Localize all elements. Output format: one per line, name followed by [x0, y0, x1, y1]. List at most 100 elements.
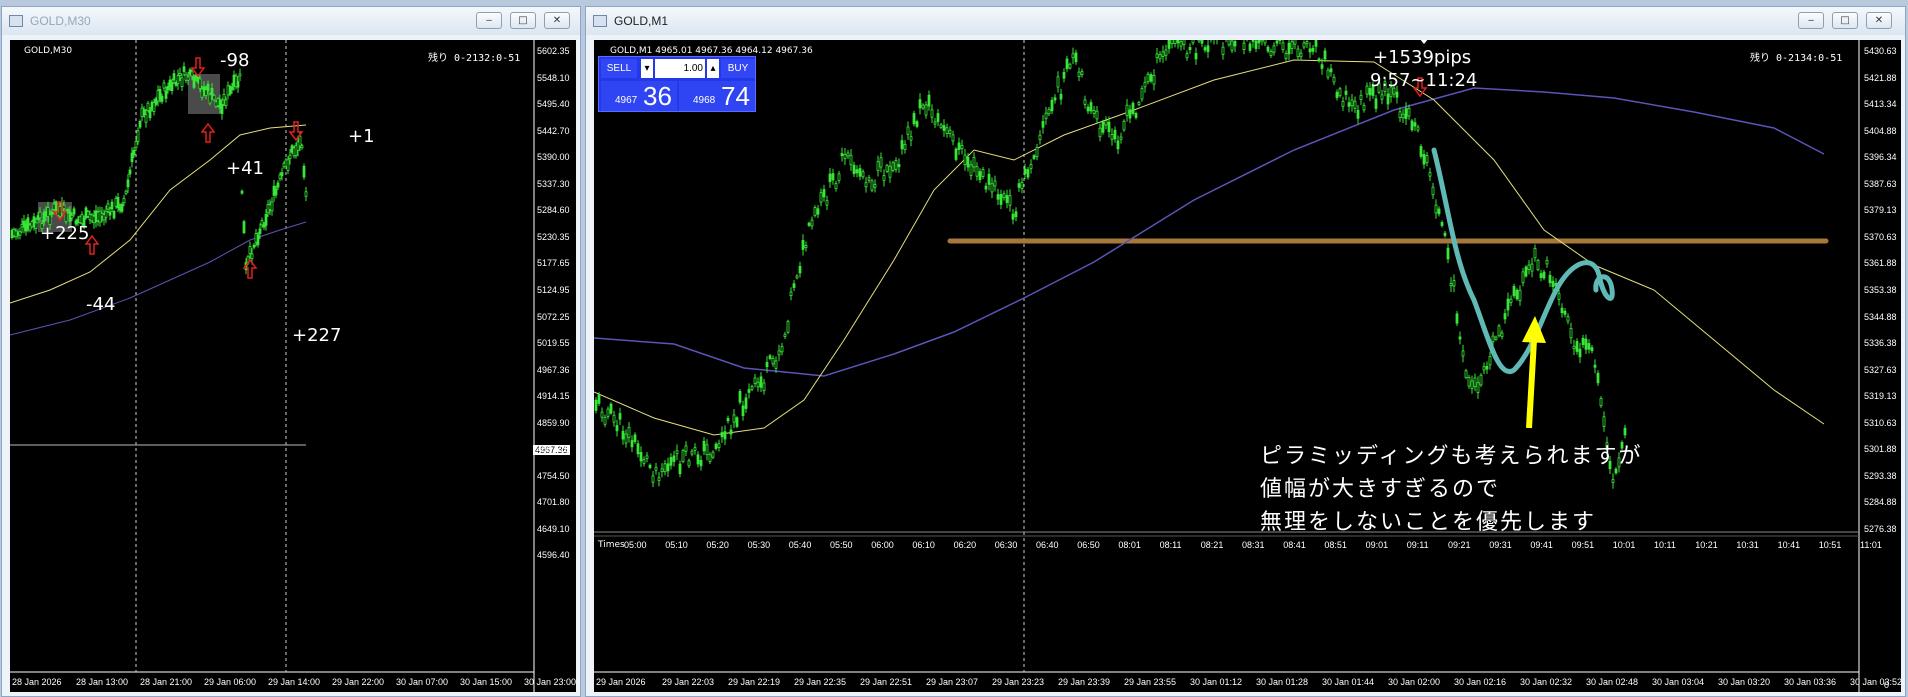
highlight-arrow — [1526, 339, 1537, 429]
chart-window-icon — [9, 15, 23, 27]
candle-body — [858, 168, 862, 177]
candle-body — [870, 180, 874, 191]
price-tick-label: 5396.34 — [1864, 152, 1897, 163]
candle-body — [1116, 140, 1120, 150]
candle-body — [160, 95, 164, 102]
candle-body — [1227, 40, 1231, 46]
candle-body — [110, 201, 114, 210]
candle-body — [897, 164, 901, 168]
candle-body — [738, 391, 742, 403]
candle-body — [1092, 110, 1096, 114]
candle-body — [1566, 316, 1570, 322]
candle-body — [50, 211, 54, 215]
minute-tick-label: 09:01 — [1365, 540, 1389, 550]
candle-body — [1386, 93, 1390, 105]
price-tick-label: 5404.88 — [1864, 125, 1897, 136]
candle-body — [1206, 45, 1210, 53]
candle-body — [681, 450, 685, 462]
candle-body — [627, 426, 631, 438]
trade-annotation: +227 — [292, 325, 342, 346]
maximize-button[interactable]: □ — [510, 12, 536, 29]
candle-body — [1260, 40, 1264, 42]
candle-body — [807, 222, 811, 226]
candle-body — [1476, 382, 1480, 393]
candle-body — [178, 72, 182, 76]
candle-body — [1140, 88, 1144, 100]
candle-body — [112, 210, 116, 219]
candle-body — [1098, 127, 1102, 138]
candle-body — [771, 357, 775, 365]
candle-body — [1020, 181, 1024, 189]
candle-body — [939, 124, 943, 128]
candle-body — [600, 411, 604, 418]
candle-body — [1338, 88, 1342, 97]
price-tick-label: 5019.55 — [537, 338, 570, 349]
candle-body — [777, 350, 781, 356]
candle-body — [1287, 42, 1291, 55]
close-button[interactable]: ✕ — [544, 12, 570, 29]
window-titlebar[interactable]: GOLD,M30 ‒ □ ✕ — [2, 7, 580, 35]
candle-body — [128, 169, 132, 175]
sell-button[interactable]: SELL — [601, 59, 637, 78]
sell-price[interactable]: 4967 36 — [601, 81, 677, 111]
candle-body — [1455, 313, 1459, 324]
candle-body — [972, 157, 976, 168]
minute-tick-label: 06:50 — [1077, 540, 1100, 550]
buy-price-big: 74 — [721, 81, 750, 111]
candle-body — [1425, 155, 1429, 164]
minimize-button[interactable]: ‒ — [1798, 12, 1824, 29]
candle-body — [651, 475, 655, 483]
price-tick-label: 5413.34 — [1864, 99, 1897, 110]
candle-body — [1269, 51, 1273, 56]
candle-body — [900, 140, 904, 150]
buy-price[interactable]: 4968 74 — [679, 81, 755, 111]
minimize-button[interactable]: ‒ — [476, 12, 502, 29]
time-tick-label: 29 Jan 23:23 — [992, 677, 1045, 687]
candle-body — [999, 194, 1003, 205]
candle-body — [1197, 40, 1201, 42]
time-tick-label: 30 Jan 03:04 — [1652, 677, 1705, 687]
price-tick-label: 5602.35 — [537, 46, 570, 56]
candle-body — [906, 126, 910, 135]
candle-body — [831, 173, 835, 181]
lot-size-input[interactable]: 1.00 — [655, 59, 705, 78]
candle-body — [1401, 113, 1405, 119]
candle-body — [1170, 40, 1174, 44]
candle-body — [1047, 108, 1051, 115]
price-chart-m1[interactable]: GOLD,M1 4965.01 4967.36 4964.12 4967.36 … — [594, 40, 1901, 692]
price-tick-label: 5177.65 — [537, 258, 570, 269]
candle-body — [720, 432, 724, 438]
price-chart-m30[interactable]: GOLD,M30 残り 0-2132:0-51 -98 +41 +225 -44… — [10, 40, 576, 692]
lot-decrease-button[interactable]: ▾ — [641, 59, 653, 78]
candle-body — [1311, 47, 1315, 52]
candle-body — [996, 194, 1000, 200]
candle-body — [1026, 169, 1030, 178]
candle-body — [1506, 298, 1510, 311]
candle-body — [840, 153, 844, 157]
candle-body — [1284, 53, 1288, 60]
lot-increase-button[interactable]: ▴ — [707, 59, 719, 78]
candle-body — [1341, 100, 1345, 107]
minute-tick-label: 08:41 — [1283, 540, 1306, 550]
candle-body — [762, 382, 766, 391]
candle-body — [1548, 274, 1552, 284]
close-button[interactable]: ✕ — [1866, 12, 1892, 29]
candle-body — [1068, 63, 1072, 69]
candle-body — [1143, 81, 1147, 88]
candle-body — [1503, 313, 1507, 320]
maximize-button[interactable]: □ — [1832, 12, 1858, 29]
candle-body — [1599, 397, 1603, 407]
candle-body — [1509, 298, 1513, 303]
candle-body — [675, 450, 679, 455]
candle-body — [1458, 336, 1462, 340]
time-tick-label: 29 Jan 22:51 — [860, 677, 913, 687]
window-titlebar[interactable]: GOLD,M1 ‒ □ ✕ — [586, 7, 1905, 35]
candle-body — [1332, 76, 1336, 83]
candle-body — [1449, 283, 1453, 287]
candle-body — [120, 203, 124, 212]
buy-button[interactable]: BUY — [721, 59, 755, 78]
m30-chart-canvas — [10, 40, 535, 692]
candle-body — [1362, 104, 1366, 111]
candle-body — [1314, 40, 1318, 47]
minute-tick-label: 05:40 — [788, 540, 812, 550]
